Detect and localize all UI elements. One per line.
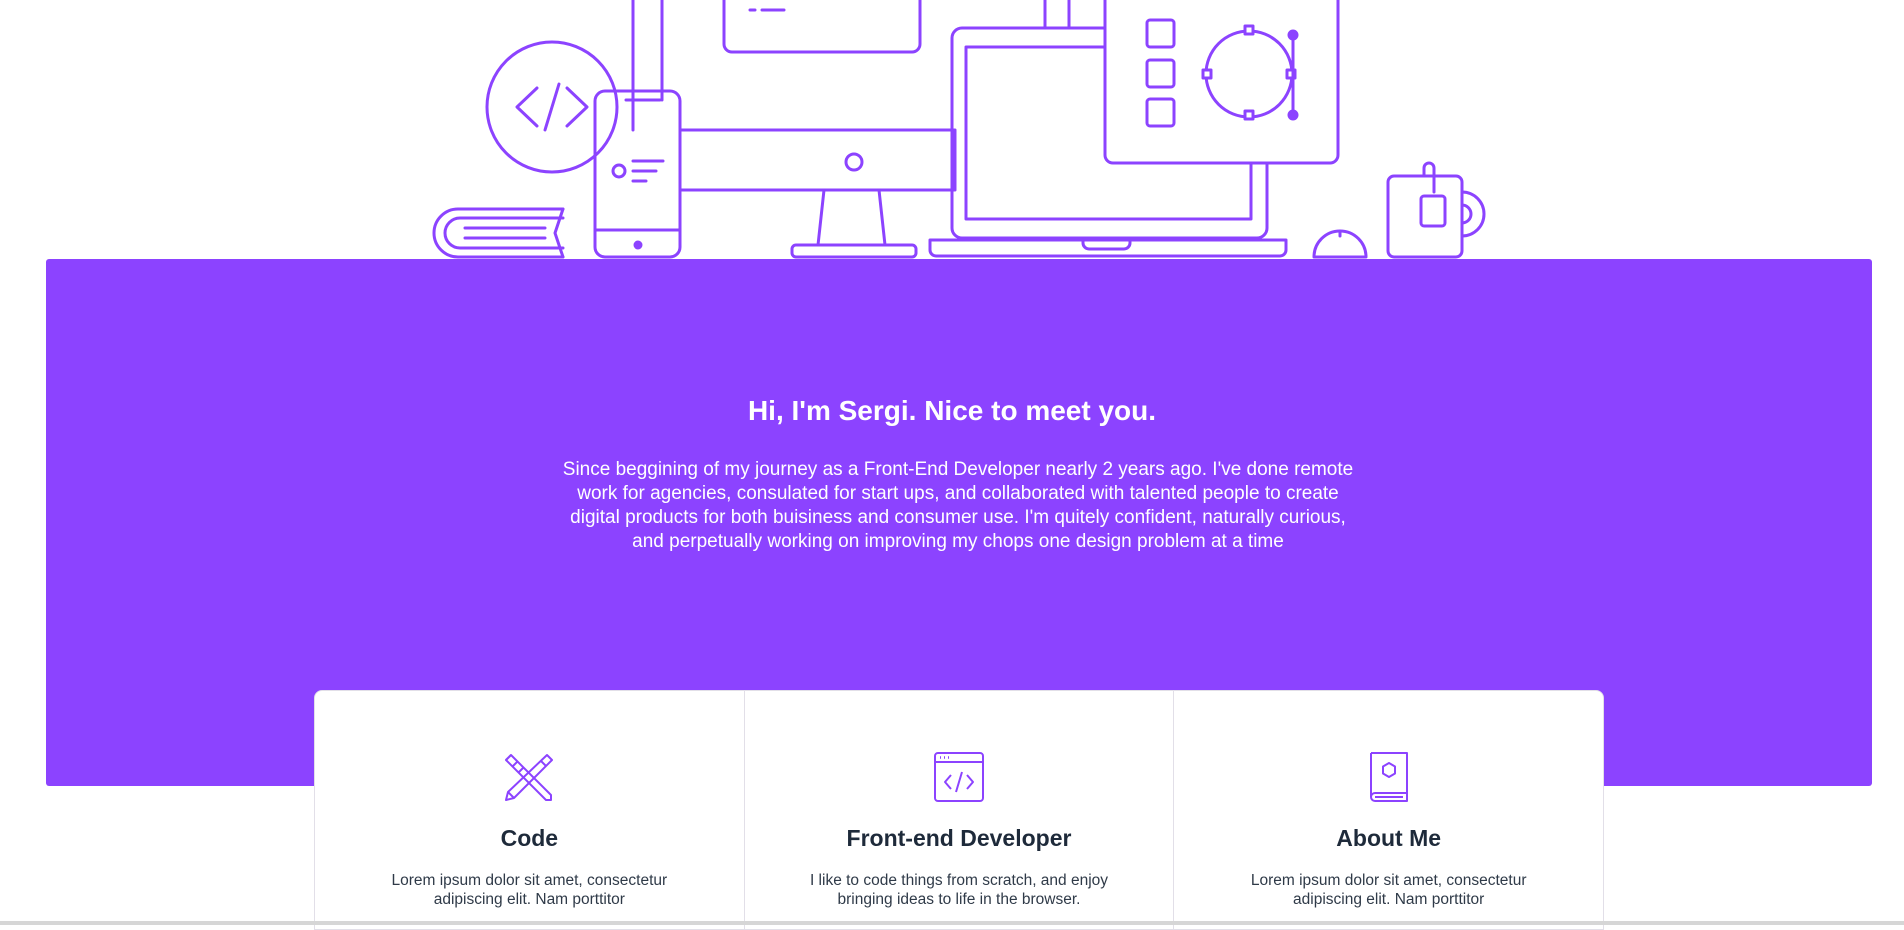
- mug-illustration: [1386, 161, 1486, 259]
- pencil-ruler-icon: [505, 754, 554, 801]
- card-title: About Me: [1336, 825, 1442, 851]
- phone-illustration: [593, 89, 682, 259]
- book-icon: [1369, 752, 1408, 802]
- code-circle-illustration: [485, 40, 619, 174]
- card-text: I like to code things from scratch, and …: [809, 872, 1109, 908]
- card-text: Lorem ipsum dolor sit amet, consectetur …: [1250, 872, 1527, 908]
- card-front-end-developer: Front-end Developer I like to code thing…: [745, 691, 1175, 929]
- card-text: Lorem ipsum dolor sit amet, consectetur …: [391, 872, 668, 908]
- mouse-illustration: [1312, 229, 1368, 259]
- card-about-me: About Me Lorem ipsum dolor sit amet, con…: [1174, 691, 1603, 929]
- card-title: Front-end Developer: [846, 825, 1072, 851]
- hero-illustration: [432, 0, 1486, 259]
- about-description: Since beggining of my journey as a Front…: [562, 459, 1354, 552]
- horizontal-scrollbar[interactable]: [0, 921, 1904, 925]
- card-title: Code: [500, 825, 559, 851]
- card-code: Code Lorem ipsum dolor sit amet, consect…: [315, 691, 745, 929]
- about-title: Hi, I'm Sergi. Nice to meet you.: [747, 395, 1157, 426]
- design-board-illustration: [1043, 0, 1340, 165]
- book-illustration: [432, 207, 565, 259]
- code-window-icon: [934, 752, 984, 802]
- skills-cards: Code Lorem ipsum dolor sit amet, consect…: [314, 690, 1604, 930]
